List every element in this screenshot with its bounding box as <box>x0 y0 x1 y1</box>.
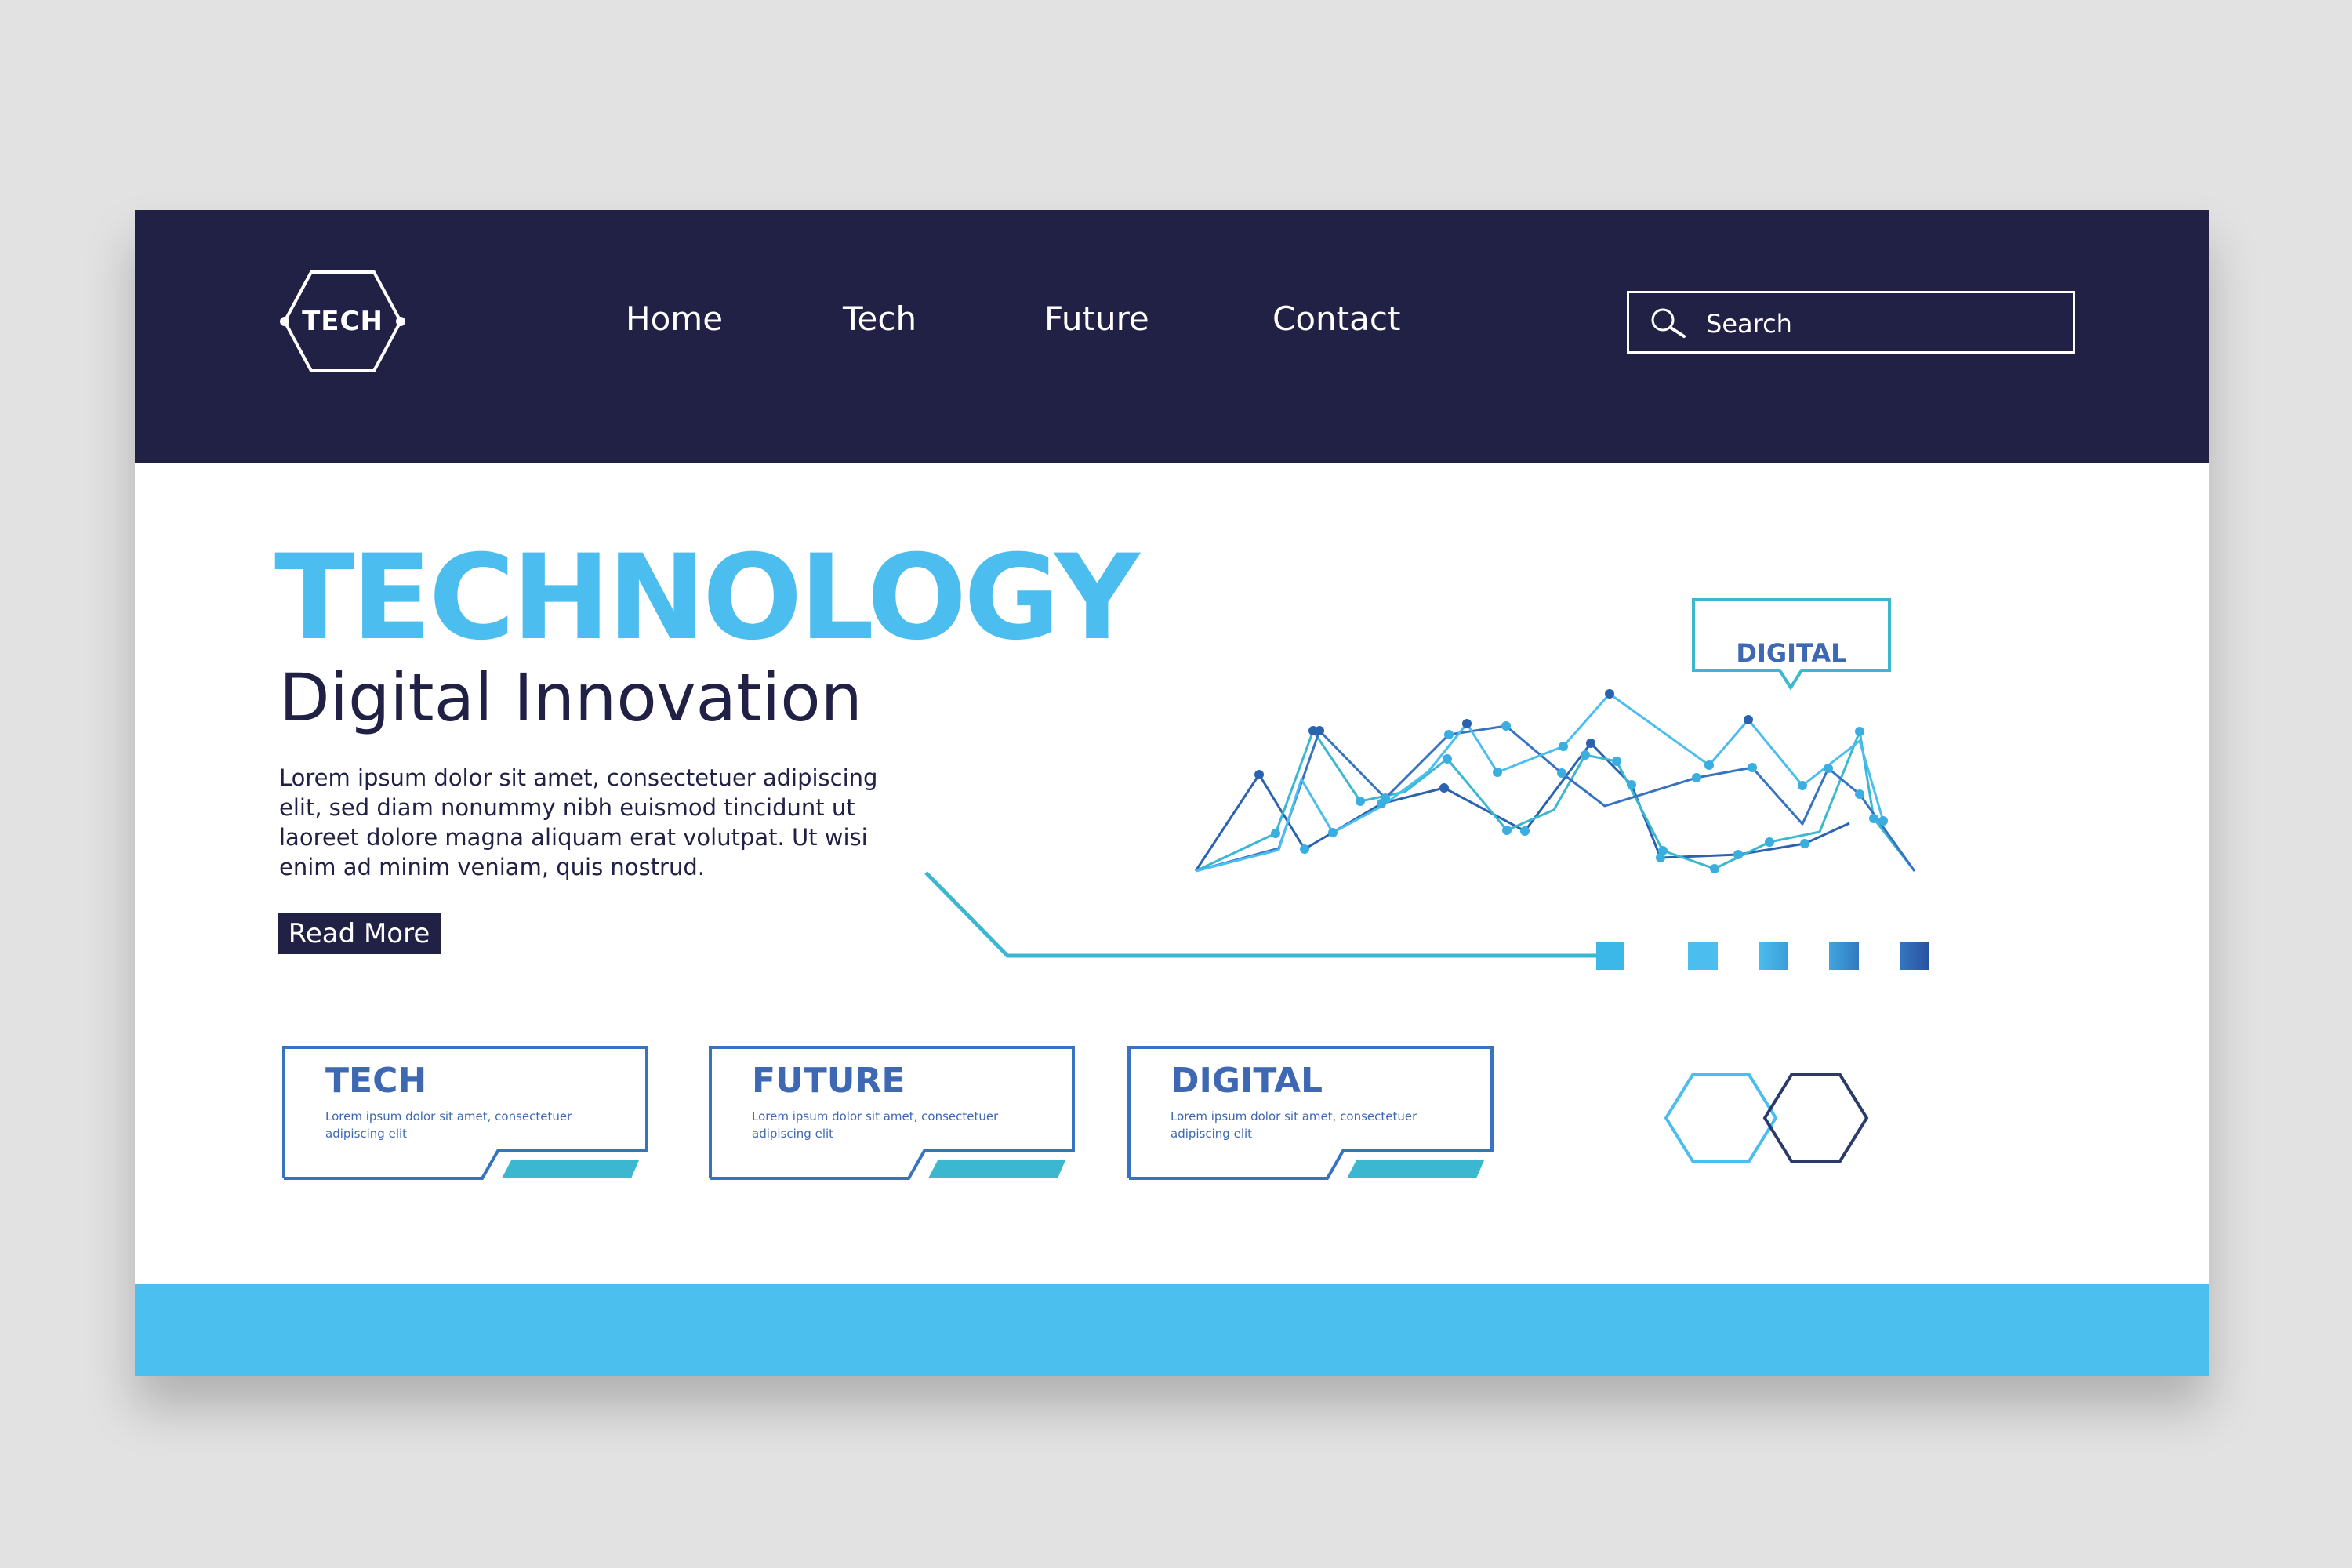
square-node-icon <box>1829 942 1859 970</box>
card-body: Lorem ipsum dolor sit amet, consectetuer… <box>1171 1109 1417 1141</box>
landing-page: TECH Home Tech Future Contact TECHNOLOGY… <box>135 210 2209 1376</box>
card-tech[interactable]: TECH Lorem ipsum dolor sit amet, consect… <box>282 1045 651 1186</box>
square-node-icon <box>1900 942 1929 970</box>
card-title: TECH <box>325 1061 427 1101</box>
connector-line-icon <box>924 871 1601 958</box>
footer-bar <box>135 1284 2209 1376</box>
card-title: FUTURE <box>752 1061 906 1101</box>
hexagon-icon <box>1664 1073 1778 1163</box>
network-line-4 <box>1195 692 1885 873</box>
network-graphic <box>924 598 1929 1163</box>
square-node-icon <box>1759 942 1788 970</box>
square-node-icon <box>1596 942 1624 970</box>
card-future[interactable]: FUTURE Lorem ipsum dolor sit amet, conse… <box>709 1045 1077 1186</box>
callout-label: DIGITAL <box>1736 638 1847 668</box>
card-digital[interactable]: DIGITAL Lorem ipsum dolor sit amet, cons… <box>1127 1045 1496 1186</box>
square-node-icon <box>1688 942 1718 970</box>
card-body: Lorem ipsum dolor sit amet, consectetuer… <box>325 1109 572 1141</box>
hexagon-icon <box>1762 1073 1869 1163</box>
card-body: Lorem ipsum dolor sit amet, consectetuer… <box>752 1109 999 1141</box>
card-title: DIGITAL <box>1171 1061 1323 1101</box>
